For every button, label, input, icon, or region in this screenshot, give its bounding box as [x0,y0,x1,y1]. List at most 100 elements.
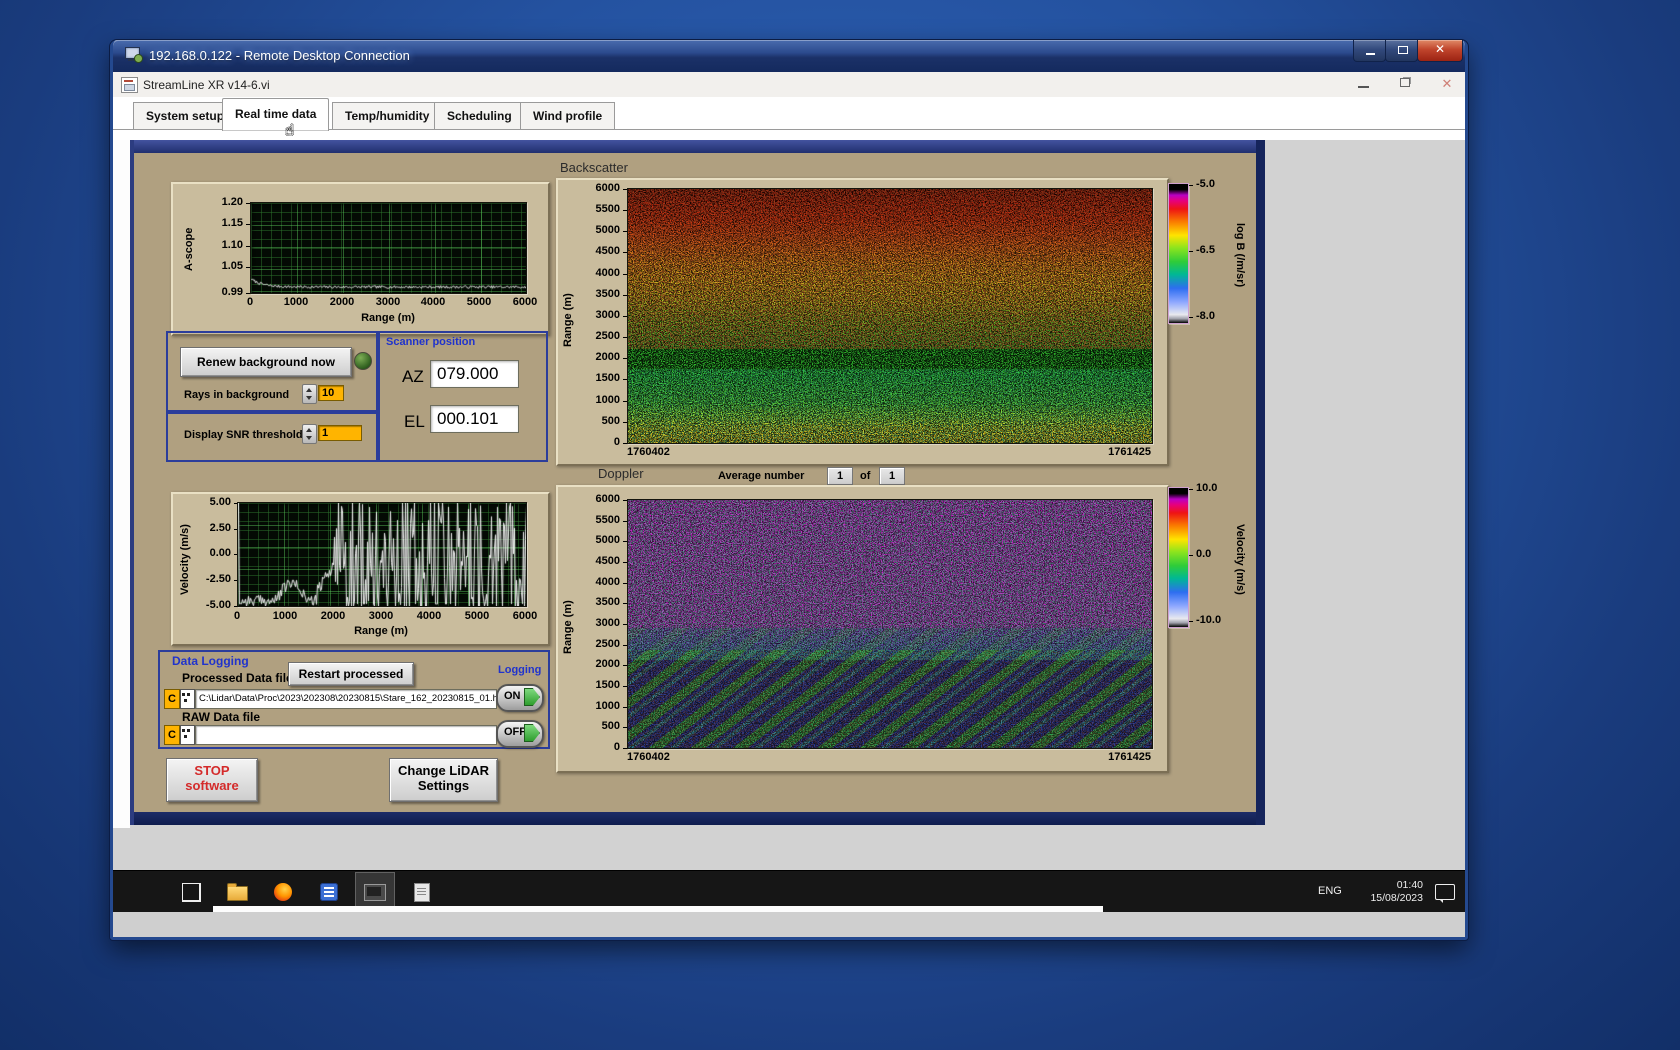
colorbar-tick: -10.0 [1189,614,1236,626]
background-led [354,352,372,370]
colorbar-gradient [1168,183,1189,324]
doppler-heatmap [627,499,1153,749]
axis-tick: 3000 [578,617,627,629]
axis-tick: 5000 [466,296,492,308]
colorbar-tick: 10.0 [1189,482,1236,494]
axis-tick: 1.10 [201,239,250,251]
data-logging-title: Data Logging [172,654,249,668]
el-value[interactable]: 000.101 [430,405,519,433]
axis-tick: 1.15 [201,217,250,229]
off-label: OFF [504,726,526,738]
rays-value[interactable]: 10 [318,385,344,401]
az-value[interactable]: 079.000 [430,360,519,388]
app-title: StreamLine XR v14-6.vi [143,78,270,92]
axis-tick: 3500 [578,288,627,300]
axis-tick: 4000 [420,296,446,308]
axis-tick: 5000 [578,224,627,236]
axis-tick: 1000 [578,700,627,712]
backscatter-title: Backscatter [560,160,628,175]
velocity-trace [238,503,526,606]
rdp-title: 192.168.0.122 - Remote Desktop Connectio… [149,48,410,63]
colorbar-gradient [1168,487,1189,628]
snr-label: Display SNR threshold [184,429,303,441]
tab-wind-profile[interactable]: Wind profile [520,102,616,129]
axis-tick: 3500 [578,596,627,608]
language-indicator[interactable]: ENG [1318,885,1342,897]
backscatter-x-start: 1760402 [627,446,670,458]
axis-tick: 4500 [578,555,627,567]
processed-file-label: Processed Data file [182,671,293,685]
of-count-value[interactable]: 1 [879,467,905,485]
tab-temp-humidity[interactable]: Temp/humidity [332,102,443,129]
axis-tick: 2500 [578,330,627,342]
close-button[interactable]: ✕ [1417,40,1463,62]
of-label: of [860,470,871,482]
axis-tick: 2000 [320,610,346,622]
app-minimize-button[interactable] [1348,74,1378,94]
axis-tick: 1500 [578,679,627,691]
raw-drive-box[interactable]: C [164,725,180,745]
doppler-graph: Range (m) 6000 5500 5000 4500 4000 3500 … [556,485,1169,773]
average-number-value[interactable]: 1 [827,467,853,485]
axis-tick: 1000 [578,394,627,406]
tab-real-time-data[interactable]: Real time data [222,98,330,131]
rdp-titlebar[interactable]: 192.168.0.122 - Remote Desktop Connectio… [113,40,1465,72]
logging-label: Logging [498,664,542,676]
axis-tick: 0 [246,296,254,308]
axis-tick: 1000 [283,296,309,308]
velocity-plot [237,502,527,607]
axis-tick: 3000 [368,610,394,622]
processed-drive-box[interactable]: C [164,689,180,709]
snr-spinner[interactable] [302,424,317,444]
axis-tick: 5500 [578,203,627,215]
rays-spinner[interactable] [302,384,317,404]
app-titlebar: StreamLine XR v14-6.vi [113,72,1465,98]
colorbar-tick: -8.0 [1189,310,1236,322]
processed-browse-icon[interactable] [180,689,195,709]
axis-tick: 4500 [578,245,627,257]
doppler-x-end: 1761425 [1108,751,1151,763]
axis-tick: 5000 [578,534,627,546]
app-close-button[interactable]: ✕ [1432,74,1462,94]
rdp-window: 192.168.0.122 - Remote Desktop Connectio… [110,40,1468,940]
raw-browse-icon[interactable] [180,725,195,745]
doppler-title: Doppler [598,466,644,481]
average-number-label: Average number [718,470,805,482]
backscatter-heatmap [627,188,1153,444]
raw-path-field[interactable] [195,725,497,745]
start-button[interactable] [171,872,211,912]
toggle-lamp [524,688,540,706]
ascope-graph: A-scope 1.20 1.15 1.10 1.05 0.99 0 1000 … [171,182,550,336]
processed-path-field[interactable]: C:\Lidar\Data\Proc\2023\202308\20230815\… [195,689,497,709]
stop-software-button[interactable]: STOP software [166,758,258,802]
minimize-button[interactable] [1353,40,1386,62]
restart-processed-file-button[interactable]: Restart processed file [288,662,414,703]
change-lidar-settings-button[interactable]: Change LiDAR Settings [389,758,498,802]
scanner-position-title: Scanner position [386,336,476,348]
doppler-y-label: Range (m) [562,600,574,654]
taskbar-clock[interactable]: 01:40 15/08/2023 [1355,879,1423,905]
raw-logging-toggle[interactable]: OFF [496,720,544,748]
tab-scheduling[interactable]: Scheduling [434,102,525,129]
axis-tick: 1000 [272,610,298,622]
axis-tick: 4000 [578,267,627,279]
processed-logging-toggle[interactable]: ON [496,684,544,712]
app-restore-button[interactable] [1390,74,1420,94]
ascope-y-label: A-scope [183,227,195,271]
renew-background-button[interactable]: Renew background now [180,347,352,377]
axis-tick: 1.20 [201,196,250,208]
axis-tick: 6000 [578,493,627,505]
az-label: AZ [402,367,424,386]
clock-date: 15/08/2023 [1370,892,1423,904]
axis-tick: 0 [233,610,241,622]
axis-tick: 2500 [578,638,627,650]
colorbar-tick: 0.0 [1189,548,1236,560]
notification-icon[interactable] [1435,884,1455,903]
snr-box: Display SNR threshold 1 [166,410,380,462]
cursor: ☝ [285,122,295,139]
scanner-position-box: Scanner position AZ 079.000 EL 000.101 [376,331,548,462]
snr-value[interactable]: 1 [318,425,362,441]
axis-tick: 5500 [578,514,627,526]
maximize-button[interactable] [1385,40,1418,62]
background-box: Renew background now Rays in background … [166,331,380,414]
